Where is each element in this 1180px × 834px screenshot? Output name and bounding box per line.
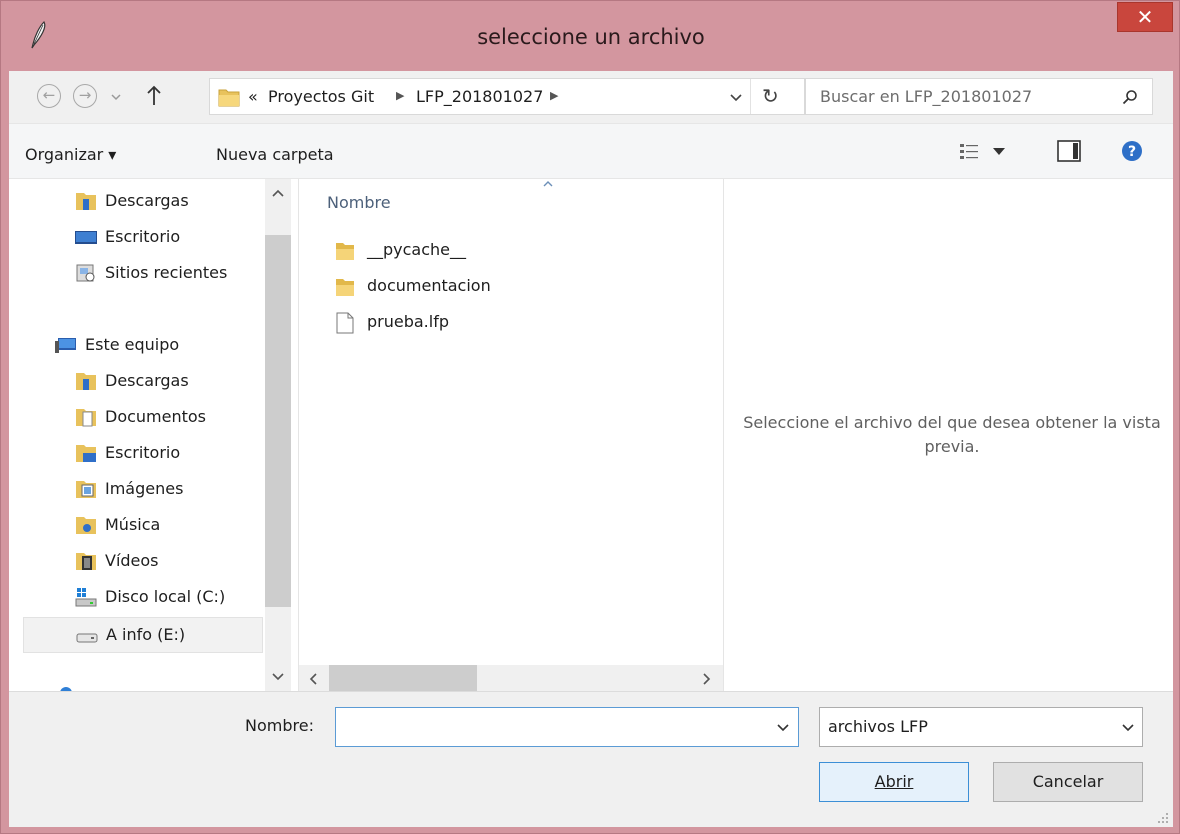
breadcrumb-chevron-icon[interactable]: ▶ — [550, 89, 558, 102]
file-name-area: Nombre: archivos LFP Abrir Cancelar — [9, 691, 1173, 827]
horizontal-scrollbar[interactable] — [299, 665, 723, 691]
breadcrumb-overflow[interactable]: « — [248, 87, 258, 106]
filetype-select[interactable]: archivos LFP — [819, 707, 1143, 747]
breadcrumb-chevron-icon[interactable]: ▶ — [396, 89, 404, 102]
chevron-down-icon[interactable] — [1122, 724, 1134, 732]
sidebar-item-label: Imágenes — [105, 479, 184, 498]
window-title: seleccione un archivo — [477, 25, 705, 49]
sidebar-item-label: Escritorio — [105, 227, 181, 246]
file-name: documentacion — [367, 276, 491, 295]
scrollbar-thumb[interactable] — [265, 235, 291, 607]
removable-drive-icon — [76, 633, 98, 643]
filetype-value: archivos LFP — [828, 717, 928, 736]
downloads-folder-icon — [76, 193, 96, 210]
documents-icon — [76, 409, 96, 427]
recent-places-icon — [76, 264, 95, 282]
help-icon[interactable]: ? — [1121, 140, 1143, 162]
filename-input[interactable] — [335, 707, 799, 747]
organize-button[interactable]: Organizar ▾ — [25, 145, 116, 164]
dialog-client: ← → « Proyectos Git ▶ LFP_201801027 ▶ ↻ … — [9, 71, 1173, 827]
title-bar[interactable]: seleccione un archivo ✕ — [1, 1, 1180, 71]
filename-dropdown-icon[interactable] — [777, 724, 789, 732]
column-header-nombre[interactable]: Nombre — [327, 193, 391, 212]
divider — [750, 79, 751, 114]
cancel-button-label: Cancelar — [1032, 772, 1104, 791]
up-arrow-icon[interactable] — [147, 85, 161, 107]
dialog-window: seleccione un archivo ✕ ← → « Proyectos … — [0, 0, 1180, 834]
sidebar-item-label: Vídeos — [105, 551, 159, 570]
vertical-scrollbar[interactable] — [265, 179, 291, 691]
sidebar-item-label: Este equipo — [85, 335, 180, 354]
preview-message: Seleccione el archivo del que desea obte… — [743, 413, 1161, 456]
search-placeholder: Buscar en LFP_201801027 — [820, 87, 1033, 106]
file-name: __pycache__ — [367, 240, 467, 259]
navigation-pane: Descargas Escritorio Sitios recientes Es… — [9, 179, 299, 693]
scrollbar-thumb[interactable] — [329, 665, 477, 691]
file-name: prueba.lfp — [367, 312, 449, 331]
command-bar: Organizar ▾ Nueva carpeta ? — [9, 123, 1173, 179]
breadcrumb-proyectos-git[interactable]: Proyectos Git — [268, 87, 374, 106]
refresh-icon[interactable]: ↻ — [762, 84, 779, 108]
sidebar-item-label: A info (E:) — [106, 625, 186, 644]
search-box[interactable]: Buscar en LFP_201801027 — [805, 78, 1153, 115]
view-options-icon[interactable] — [959, 142, 981, 162]
new-folder-button[interactable]: Nueva carpeta — [216, 145, 334, 164]
sidebar-item-a-info[interactable]: A info (E:) — [23, 617, 263, 653]
local-disk-icon — [75, 588, 97, 607]
breadcrumb-lfp[interactable]: LFP_201801027 — [416, 87, 543, 106]
address-dropdown-icon[interactable] — [730, 94, 742, 102]
sidebar-item-label: Disco local (C:) — [105, 587, 226, 606]
open-button-label: Abrir — [874, 772, 914, 791]
sidebar-item-label: Documentos — [105, 407, 207, 426]
back-button[interactable]: ← — [37, 84, 61, 108]
resize-grip-icon[interactable] — [1157, 812, 1169, 824]
sidebar-item-label: Descargas — [105, 191, 189, 210]
close-button[interactable]: ✕ — [1117, 2, 1173, 32]
scroll-left-icon[interactable] — [309, 673, 317, 685]
preview-pane-icon[interactable] — [1057, 140, 1081, 162]
open-button[interactable]: Abrir — [819, 762, 969, 802]
svg-text:?: ? — [1128, 144, 1136, 160]
sidebar-item-label: Descargas — [105, 371, 189, 390]
sidebar-item-label: Música — [105, 515, 161, 534]
search-icon[interactable] — [1122, 89, 1138, 105]
desktop-folder-icon — [76, 445, 96, 462]
sidebar-item-label: Sitios recientes — [105, 263, 228, 282]
view-dropdown-icon[interactable] — [993, 148, 1005, 156]
address-bar[interactable]: « Proyectos Git ▶ LFP_201801027 ▶ ↻ — [209, 78, 805, 115]
sort-ascending-icon — [543, 181, 553, 187]
cancel-button[interactable]: Cancelar — [993, 762, 1143, 802]
recent-locations-icon[interactable] — [111, 93, 121, 101]
music-icon — [76, 517, 96, 534]
computer-icon — [55, 338, 76, 353]
folder-icon — [336, 243, 354, 260]
document-icon — [336, 312, 354, 334]
desktop-icon — [75, 231, 97, 244]
folder-icon — [218, 89, 240, 107]
folder-icon — [336, 279, 354, 296]
sidebar-item-label: Escritorio — [105, 443, 181, 462]
forward-button[interactable]: → — [73, 84, 97, 108]
videos-icon — [76, 553, 96, 570]
scroll-up-icon[interactable] — [272, 189, 284, 197]
scroll-down-icon[interactable] — [272, 673, 284, 681]
filename-label: Nombre: — [245, 716, 314, 735]
pictures-icon — [76, 481, 96, 498]
downloads-folder-icon — [76, 373, 96, 390]
file-list: Nombre __pycache__ documentacion prueba.… — [299, 179, 723, 691]
scroll-right-icon[interactable] — [703, 673, 711, 685]
preview-pane: Seleccione el archivo del que desea obte… — [723, 179, 1173, 691]
